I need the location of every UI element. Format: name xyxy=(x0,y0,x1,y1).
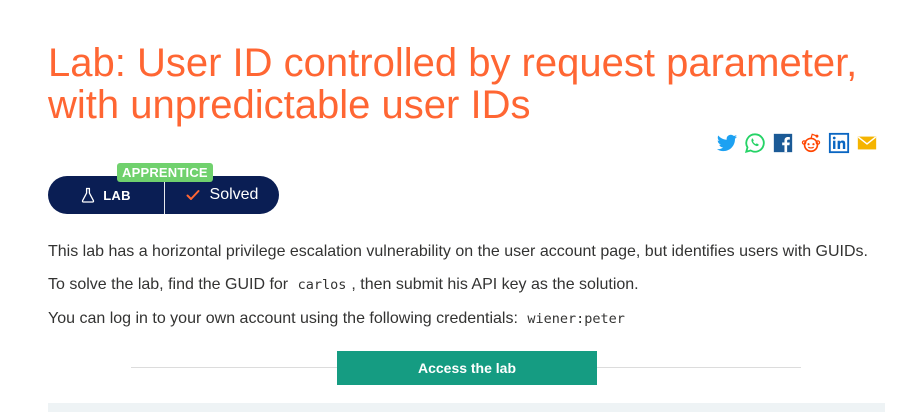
facebook-icon[interactable] xyxy=(772,132,794,154)
solution-panel xyxy=(48,403,885,412)
linkedin-icon[interactable] xyxy=(828,132,850,154)
page-title: Lab: User ID controlled by request param… xyxy=(48,41,858,127)
target-username: carlos xyxy=(297,277,347,293)
check-icon xyxy=(186,189,200,201)
description-paragraph: This lab has a horizontal privilege esca… xyxy=(48,243,868,260)
access-lab-button[interactable]: Access the lab xyxy=(337,351,597,385)
credentials-value: wiener:peter xyxy=(527,311,625,327)
lab-status-segment: Solved xyxy=(165,186,279,204)
lab-status: Solved xyxy=(209,186,259,203)
share-bar xyxy=(716,132,878,154)
twitter-icon[interactable] xyxy=(716,132,738,154)
credentials-paragraph: You can log in to your own account using… xyxy=(48,309,630,329)
flask-icon xyxy=(81,187,95,203)
lab-label: LAB xyxy=(103,187,131,203)
lab-label-segment: LAB xyxy=(48,187,164,203)
difficulty-badge: APPRENTICE xyxy=(117,163,213,182)
instruction-text-start: To solve the lab, find the GUID for xyxy=(48,276,289,293)
reddit-icon[interactable] xyxy=(800,132,822,154)
lab-page: Lab: User ID controlled by request param… xyxy=(0,0,915,412)
email-icon[interactable] xyxy=(856,132,878,154)
instruction-text-end: , then submit his API key as the solutio… xyxy=(351,276,639,293)
whatsapp-icon[interactable] xyxy=(744,132,766,154)
credentials-text: You can log in to your own account using… xyxy=(48,310,518,327)
instruction-paragraph: To solve the lab, find the GUID for carl… xyxy=(48,275,639,295)
